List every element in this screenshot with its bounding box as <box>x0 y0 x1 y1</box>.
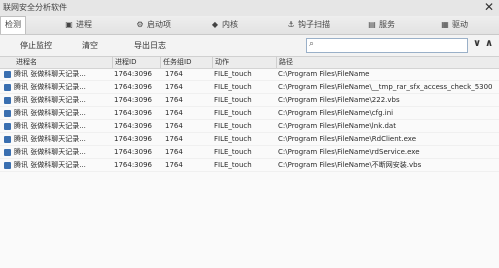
drivers-icon: ▦ <box>441 20 449 29</box>
cell-path: C:\Program Files\FileName\222.vbs <box>278 96 400 104</box>
cell-process-name: 腾讯 张做科聊天记录... <box>14 70 86 78</box>
cell-pid: 1764:3096 <box>114 135 152 143</box>
process-icon <box>4 136 11 143</box>
process-icon <box>4 149 11 156</box>
process-icon <box>4 97 11 104</box>
tab-label: 钩子扫描 <box>298 20 330 29</box>
cell-path: C:\Program Files\FileName\rdService.exe <box>278 148 420 156</box>
close-button[interactable]: ✕ <box>484 0 494 14</box>
cell-pid: 1764:3096 <box>114 96 152 104</box>
cell-action: FILE_touch <box>214 70 252 78</box>
startup-icon: ⚙ <box>136 20 144 29</box>
table-header: 进程名 进程ID 任务组ID 动作 路径 <box>0 57 499 69</box>
table-row[interactable]: 腾讯 张做科聊天记录... 1764:3096 1764 FILE_touch … <box>0 147 499 159</box>
stop-monitor-button[interactable]: 停止监控 <box>20 40 52 51</box>
cell-action: FILE_touch <box>214 135 252 143</box>
cell-task-group-id: 1764 <box>165 96 183 104</box>
column-header-pid[interactable]: 进程ID <box>112 57 136 68</box>
cell-action: FILE_touch <box>214 148 252 156</box>
cell-process-name: 腾讯 张做科聊天记录... <box>14 83 86 91</box>
cell-action: FILE_touch <box>214 161 252 169</box>
tab-process[interactable]: ▣ 进程 <box>64 17 92 33</box>
cell-pid: 1764:3096 <box>114 83 152 91</box>
table-row[interactable]: 腾讯 张做科聊天记录... 1764:3096 1764 FILE_touch … <box>0 108 499 120</box>
table-row[interactable]: 腾讯 张做科聊天记录... 1764:3096 1764 FILE_touch … <box>0 82 499 94</box>
kernel-icon: ◆ <box>211 20 219 29</box>
tab-services[interactable]: ▤ 服务 <box>367 17 395 33</box>
table-row[interactable]: 腾讯 张做科聊天记录... 1764:3096 1764 FILE_touch … <box>0 121 499 133</box>
search-box[interactable]: ⌕ <box>306 38 468 53</box>
cell-action: FILE_touch <box>214 122 252 130</box>
cell-pid: 1764:3096 <box>114 122 152 130</box>
process-icon <box>4 71 11 78</box>
cell-path: C:\Program Files\FileName <box>278 70 370 78</box>
hook-icon: ⚓ <box>287 20 295 29</box>
app-title: 联网安全分析软件 <box>3 3 67 12</box>
event-table: 进程名 进程ID 任务组ID 动作 路径 腾讯 张做科聊天记录... 1764:… <box>0 56 499 268</box>
cell-process-name: 腾讯 张做科聊天记录... <box>14 135 86 143</box>
tab-label: 驱动 <box>452 20 468 29</box>
clear-button[interactable]: 清空 <box>82 40 98 51</box>
tab-hook-scan[interactable]: ⚓ 钩子扫描 <box>286 17 330 33</box>
tab-label: 检测 <box>5 20 21 29</box>
chevron-up-icon[interactable]: ∧ <box>485 38 493 49</box>
cell-pid: 1764:3096 <box>114 148 152 156</box>
cell-action: FILE_touch <box>214 83 252 91</box>
tab-label: 服务 <box>379 20 395 29</box>
column-header-action[interactable]: 动作 <box>212 57 229 68</box>
chevron-down-icon[interactable]: ∨ <box>473 38 481 49</box>
cell-pid: 1764:3096 <box>114 109 152 117</box>
search-icon: ⌕ <box>309 39 315 49</box>
process-icon <box>4 123 11 130</box>
table-row[interactable]: 腾讯 张做科聊天记录... 1764:3096 1764 FILE_touch … <box>0 69 499 81</box>
tab-label: 内核 <box>222 20 238 29</box>
tab-startup[interactable]: ⚙ 启动项 <box>135 17 171 33</box>
process-icon: ▣ <box>65 20 73 29</box>
tab-bar: 检测 ▣ 进程 ⚙ 启动项 ◆ 内核 ⚓ 钩子扫描 ▤ 服务 ▦ 驱动 <box>0 16 499 35</box>
column-header-path[interactable]: 路径 <box>276 57 293 68</box>
cell-pid: 1764:3096 <box>114 70 152 78</box>
cell-process-name: 腾讯 张做科聊天记录... <box>14 122 86 130</box>
tab-detect[interactable]: 检测 <box>0 16 26 34</box>
cell-task-group-id: 1764 <box>165 83 183 91</box>
cell-pid: 1764:3096 <box>114 161 152 169</box>
cell-task-group-id: 1764 <box>165 122 183 130</box>
cell-process-name: 腾讯 张做科聊天记录... <box>14 148 86 156</box>
table-row[interactable]: 腾讯 张做科聊天记录... 1764:3096 1764 FILE_touch … <box>0 160 499 172</box>
search-input[interactable] <box>320 39 460 51</box>
table-row[interactable]: 腾讯 张做科聊天记录... 1764:3096 1764 FILE_touch … <box>0 134 499 146</box>
cell-task-group-id: 1764 <box>165 70 183 78</box>
cell-task-group-id: 1764 <box>165 135 183 143</box>
cell-path: C:\Program Files\FileName\cfg.ini <box>278 109 394 117</box>
cell-task-group-id: 1764 <box>165 161 183 169</box>
cell-task-group-id: 1764 <box>165 109 183 117</box>
tab-kernel[interactable]: ◆ 内核 <box>210 17 238 33</box>
process-icon <box>4 110 11 117</box>
cell-process-name: 腾讯 张做科聊天记录... <box>14 109 86 117</box>
export-log-button[interactable]: 导出日志 <box>134 40 166 51</box>
process-icon <box>4 162 11 169</box>
tab-drivers[interactable]: ▦ 驱动 <box>440 17 468 33</box>
table-row[interactable]: 腾讯 张做科聊天记录... 1764:3096 1764 FILE_touch … <box>0 95 499 107</box>
cell-process-name: 腾讯 张做科聊天记录... <box>14 161 86 169</box>
cell-path: C:\Program Files\FileName\不断网安装.vbs <box>278 161 422 169</box>
process-icon <box>4 84 11 91</box>
services-icon: ▤ <box>368 20 376 29</box>
title-bar: 联网安全分析软件 ✕ <box>0 0 499 16</box>
cell-action: FILE_touch <box>214 96 252 104</box>
cell-action: FILE_touch <box>214 109 252 117</box>
cell-path: C:\Program Files\FileName\RdClient.exe <box>278 135 417 143</box>
cell-path: C:\Program Files\FileName\lnk.dat <box>278 122 396 130</box>
cell-path: C:\Program Files\FileName\__tmp_rar_sfx_… <box>278 83 493 91</box>
column-header-process-name[interactable]: 进程名 <box>14 57 37 68</box>
column-header-task-group-id[interactable]: 任务组ID <box>160 57 191 68</box>
tab-label: 启动项 <box>147 20 171 29</box>
tab-label: 进程 <box>76 20 92 29</box>
cell-process-name: 腾讯 张做科聊天记录... <box>14 96 86 104</box>
cell-task-group-id: 1764 <box>165 148 183 156</box>
